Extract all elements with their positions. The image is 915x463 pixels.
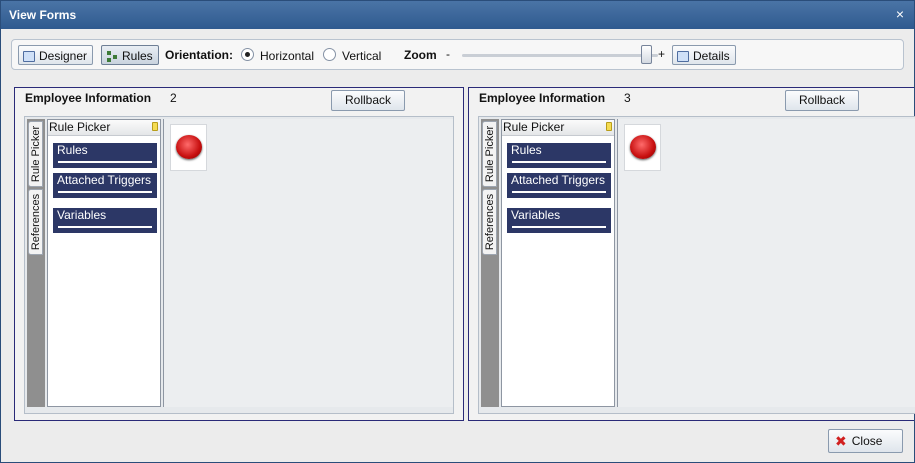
rule-canvas[interactable] bbox=[163, 119, 453, 407]
details-button-label: Details bbox=[693, 49, 730, 63]
stop-button[interactable] bbox=[170, 124, 207, 171]
orientation-label: Orientation: bbox=[165, 48, 233, 62]
details-button[interactable]: Details bbox=[672, 45, 736, 65]
rules-icon bbox=[106, 50, 118, 62]
close-button[interactable]: ✖ Close bbox=[828, 429, 903, 453]
panel-number: 2 bbox=[170, 91, 177, 105]
panel-title: Employee Information bbox=[25, 91, 152, 105]
vertical-tab-strip: Rule Picker References bbox=[481, 119, 499, 407]
window-close-icon[interactable]: × bbox=[896, 7, 904, 21]
rollback-button[interactable]: Rollback bbox=[331, 90, 405, 111]
horizontal-radio-label: Horizontal bbox=[260, 49, 315, 63]
close-button-label: Close bbox=[851, 434, 883, 448]
vertical-radio-label: Vertical bbox=[342, 49, 382, 63]
designer-icon bbox=[23, 50, 35, 62]
rule-editor-area: Rule Picker References Rule Picker Rules… bbox=[478, 116, 915, 414]
tab-rule-picker[interactable]: Rule Picker bbox=[482, 121, 497, 187]
form-panel-2: Employee Information 3 Rollback Rule Pic… bbox=[468, 87, 915, 421]
rule-canvas[interactable] bbox=[617, 119, 915, 407]
zoom-slider-thumb[interactable] bbox=[641, 45, 653, 64]
rule-picker-header: Rule Picker bbox=[48, 120, 160, 136]
rule-picker-pane: Rule Picker Rules Attached Triggers Vari… bbox=[47, 119, 161, 407]
close-icon: ✖ bbox=[835, 433, 847, 449]
stop-button-icon bbox=[630, 135, 656, 159]
zoom-minus[interactable]: - bbox=[446, 47, 450, 61]
panel-number: 3 bbox=[624, 91, 631, 105]
tab-rule-picker[interactable]: Rule Picker bbox=[28, 121, 43, 187]
rollback-button[interactable]: Rollback bbox=[785, 90, 859, 111]
picker-item-variables[interactable]: Variables bbox=[507, 208, 611, 233]
zoom-slider-track[interactable] bbox=[462, 54, 658, 57]
vertical-tab-strip: Rule Picker References bbox=[27, 119, 45, 407]
designer-button-label: Designer bbox=[39, 49, 88, 63]
vertical-radio[interactable] bbox=[323, 48, 336, 61]
details-icon bbox=[677, 50, 689, 62]
horizontal-radio[interactable] bbox=[241, 48, 254, 61]
title-bar: View Forms × bbox=[1, 1, 914, 29]
rules-button-label: Rules bbox=[122, 49, 153, 63]
window-title: View Forms bbox=[9, 8, 77, 22]
panel-title: Employee Information bbox=[479, 91, 606, 105]
designer-button[interactable]: Designer bbox=[18, 45, 94, 65]
zoom-plus[interactable]: + bbox=[658, 47, 665, 61]
picker-item-rules[interactable]: Rules bbox=[53, 143, 157, 168]
zoom-label: Zoom bbox=[404, 48, 437, 62]
form-panel-1: Employee Information 2 Rollback Rule Pic… bbox=[14, 87, 464, 421]
pin-icon[interactable] bbox=[606, 122, 612, 131]
stop-button-icon bbox=[176, 135, 202, 159]
picker-item-attached-triggers[interactable]: Attached Triggers bbox=[507, 173, 611, 198]
stop-button[interactable] bbox=[624, 124, 661, 171]
rule-picker-header: Rule Picker bbox=[502, 120, 614, 136]
picker-item-attached-triggers[interactable]: Attached Triggers bbox=[53, 173, 157, 198]
rule-picker-title: Rule Picker bbox=[503, 120, 565, 134]
rule-editor-area: Rule Picker References Rule Picker Rules… bbox=[24, 116, 454, 414]
toolbar: Designer Rules Orientation: Horizontal V… bbox=[11, 39, 904, 70]
pin-icon[interactable] bbox=[152, 122, 158, 131]
rule-picker-pane: Rule Picker Rules Attached Triggers Vari… bbox=[501, 119, 615, 407]
rule-picker-title: Rule Picker bbox=[49, 120, 111, 134]
picker-item-rules[interactable]: Rules bbox=[507, 143, 611, 168]
rules-button[interactable]: Rules bbox=[101, 45, 159, 65]
view-forms-window: View Forms × Designer Rules Orientation:… bbox=[0, 0, 915, 463]
picker-item-variables[interactable]: Variables bbox=[53, 208, 157, 233]
tab-references[interactable]: References bbox=[482, 189, 497, 255]
tab-references[interactable]: References bbox=[28, 189, 43, 255]
